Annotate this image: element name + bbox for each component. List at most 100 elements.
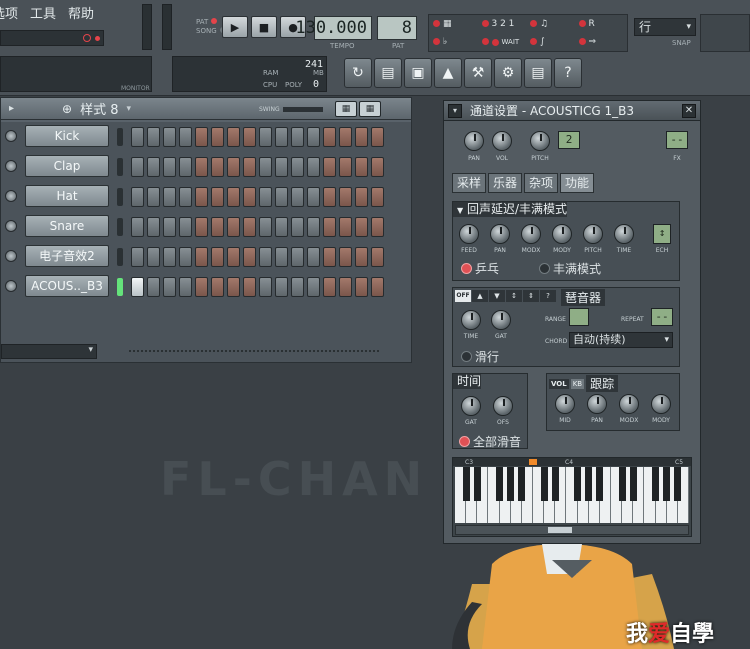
step-button[interactable] <box>179 157 192 177</box>
track-kb-button[interactable]: KB <box>570 378 585 389</box>
tracking-knob[interactable] <box>555 394 575 414</box>
menu-help[interactable]: 帮助 <box>68 4 94 26</box>
arp-up-icon[interactable]: ▲ <box>472 290 488 302</box>
step-button[interactable] <box>339 127 352 147</box>
step-button[interactable] <box>291 127 304 147</box>
step-button[interactable] <box>339 247 352 267</box>
arp-gate-knob[interactable] <box>491 310 511 330</box>
piano-black-key[interactable] <box>518 467 526 501</box>
snap-select[interactable]: 行 ▾ <box>634 18 696 36</box>
step-button[interactable] <box>355 127 368 147</box>
countdown-toggle[interactable]: 3 2 1 <box>482 19 531 29</box>
step-button[interactable] <box>323 217 336 237</box>
piano-black-key[interactable] <box>496 467 504 501</box>
piano-keyboard[interactable] <box>455 467 689 523</box>
step-button[interactable] <box>179 247 192 267</box>
step-button[interactable] <box>211 187 224 207</box>
arp-random-icon[interactable]: ? <box>540 290 556 302</box>
step-button[interactable] <box>195 217 208 237</box>
step-button[interactable] <box>291 157 304 177</box>
step-button[interactable] <box>227 157 240 177</box>
fx-channel-display[interactable]: -- <box>666 131 688 149</box>
step-button[interactable] <box>227 247 240 267</box>
arp-off-button[interactable]: OFF <box>455 290 471 302</box>
graph-editor-button[interactable]: ▦ <box>335 101 357 117</box>
piano-black-key[interactable] <box>540 467 548 501</box>
tracking-knob[interactable] <box>587 394 607 414</box>
step-button[interactable] <box>243 187 256 207</box>
metronome-toggle[interactable]: ♭ <box>433 37 482 47</box>
help-button[interactable]: ? <box>554 58 582 88</box>
keyboard-marker-strip[interactable]: C3 C4 C5 <box>453 458 691 466</box>
master-pitch-slider[interactable] <box>162 4 172 50</box>
pattern-display[interactable]: 8 <box>377 16 417 40</box>
channel-mute-led-icon[interactable] <box>5 220 17 232</box>
save-button[interactable]: ▣ <box>404 58 432 88</box>
tab-misc[interactable]: 杂项 <box>524 173 559 193</box>
step-button[interactable] <box>243 217 256 237</box>
step-button[interactable] <box>339 157 352 177</box>
arp-updown-icon[interactable]: ↕ <box>506 290 522 302</box>
step-button[interactable] <box>195 187 208 207</box>
tab-functions[interactable]: 功能 <box>560 173 595 193</box>
step-button[interactable] <box>147 187 160 207</box>
step-button[interactable] <box>163 127 176 147</box>
piano-black-key[interactable] <box>462 467 470 501</box>
step-button[interactable] <box>147 247 160 267</box>
step-button[interactable] <box>371 277 384 297</box>
step-button[interactable] <box>243 127 256 147</box>
time-offset-knob[interactable] <box>493 396 513 416</box>
master-volume-slider[interactable] <box>142 4 152 50</box>
typing-keyboard-toggle[interactable]: ▦ <box>433 19 482 29</box>
echo-knob[interactable] <box>614 224 634 244</box>
wait-toggle[interactable]: WAIT <box>482 37 531 47</box>
channel-mute-led-icon[interactable] <box>5 250 17 262</box>
channel-name-button[interactable]: ACOUS.._B3 <box>25 275 109 297</box>
channel-select-indicator[interactable] <box>117 188 123 206</box>
step-button[interactable] <box>131 157 144 177</box>
step-button[interactable] <box>163 187 176 207</box>
arp-down-icon[interactable]: ▼ <box>489 290 505 302</box>
piano-black-key[interactable] <box>507 467 515 501</box>
audio-settings-button[interactable]: ⚙ <box>494 58 522 88</box>
step-button[interactable] <box>259 247 272 267</box>
step-button[interactable] <box>371 187 384 207</box>
step-button[interactable] <box>195 127 208 147</box>
channel-mute-led-icon[interactable] <box>5 160 17 172</box>
step-button[interactable] <box>131 247 144 267</box>
tempo-display[interactable]: 130.000 <box>295 16 372 40</box>
tracking-knob[interactable] <box>619 394 639 414</box>
close-icon[interactable]: ✕ <box>682 104 696 118</box>
step-button[interactable] <box>355 217 368 237</box>
step-button[interactable] <box>339 217 352 237</box>
sequencer-scrollbar[interactable] <box>129 350 379 353</box>
step-button[interactable] <box>371 217 384 237</box>
step-button[interactable] <box>211 247 224 267</box>
step-button[interactable] <box>131 187 144 207</box>
step-button[interactable] <box>147 217 160 237</box>
info-button[interactable]: ▤ <box>524 58 552 88</box>
step-button[interactable] <box>307 127 320 147</box>
channel-select-indicator[interactable] <box>117 278 123 296</box>
arp-time-knob[interactable] <box>461 310 481 330</box>
piano-black-key[interactable] <box>596 467 604 501</box>
track-vol-button[interactable]: VOL <box>549 378 569 389</box>
pan-knob[interactable] <box>464 131 484 151</box>
menu-tools[interactable]: 工具 <box>30 4 56 26</box>
loop-record-toggle[interactable]: R <box>579 19 628 29</box>
blend-toggle[interactable]: ∫ <box>530 37 579 47</box>
arp-sticky-icon[interactable]: ⇕ <box>523 290 539 302</box>
pattern-name[interactable]: 样式 8 <box>80 99 118 118</box>
step-button[interactable] <box>323 277 336 297</box>
root-note-marker-icon[interactable] <box>529 459 537 465</box>
step-button[interactable] <box>307 217 320 237</box>
multilink-toggle[interactable]: ⇒ <box>579 37 628 47</box>
step-button[interactable] <box>275 217 288 237</box>
piano-black-key[interactable] <box>585 467 593 501</box>
arp-slide-radio[interactable]: 滑行 <box>461 348 499 365</box>
tab-instrument[interactable]: 乐器 <box>488 173 523 193</box>
keyboard-scroll-thumb[interactable] <box>548 527 572 533</box>
step-button[interactable] <box>291 187 304 207</box>
step-button[interactable] <box>291 247 304 267</box>
step-button[interactable] <box>323 157 336 177</box>
